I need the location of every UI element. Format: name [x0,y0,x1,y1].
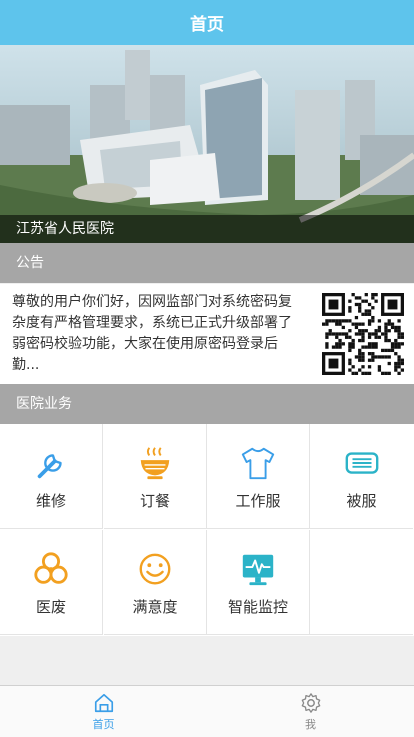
services-section-title: 医院业务 [0,384,414,424]
service-workwear[interactable]: 工作服 [207,424,310,529]
app-header: 首页 [0,0,414,45]
qr-code-icon [322,293,404,375]
service-label: 满意度 [132,598,178,616]
service-satisfaction[interactable]: 满意度 [104,530,207,635]
service-smart-monitor[interactable]: 智能监控 [207,530,310,635]
gear-icon [301,693,320,713]
service-medical-waste[interactable]: 医废 [0,530,103,635]
service-label: 医废 [35,598,66,616]
notice-section-title: 公告 [0,243,414,283]
bedding-icon [345,452,378,474]
monitor-icon [242,554,274,586]
services-grid: 维修 订餐 工作服 被服 医废 满意度 智能监控 [0,424,414,636]
hospital-banner[interactable]: 江苏省人民医院 [0,45,414,243]
tab-home[interactable]: 首页 [0,686,207,737]
tshirt-icon [241,447,275,480]
service-repair[interactable]: 维修 [0,424,103,529]
wrench-icon [37,454,62,479]
hospital-image [0,45,414,243]
bottom-tab-bar: 首页 我 [0,685,414,737]
page-title: 首页 [190,15,224,35]
smiley-icon [139,553,171,585]
tab-label: 首页 [92,718,115,731]
notice-text[interactable]: 尊敬的用户你们好，因网监部门对系统密码复杂度有严格管理要求，系统已正式升级部署了… [12,292,302,376]
banner-caption: 江苏省人民医院 [0,215,414,243]
service-empty-cell [310,530,413,635]
service-label: 订餐 [139,492,170,510]
biohazard-icon [34,552,68,584]
service-order-meal[interactable]: 订餐 [104,424,207,529]
service-label: 被服 [346,492,377,510]
service-label: 维修 [35,492,66,510]
home-icon [94,693,113,713]
notice-card[interactable]: 尊敬的用户你们好，因网监部门对系统密码复杂度有严格管理要求，系统已正式升级部署了… [0,284,414,384]
service-label: 工作服 [235,492,281,510]
tab-label: 我 [305,718,316,731]
service-label: 智能监控 [227,598,288,616]
service-bedding[interactable]: 被服 [310,424,413,529]
bowl-icon [140,447,170,480]
tab-me[interactable]: 我 [207,686,414,737]
